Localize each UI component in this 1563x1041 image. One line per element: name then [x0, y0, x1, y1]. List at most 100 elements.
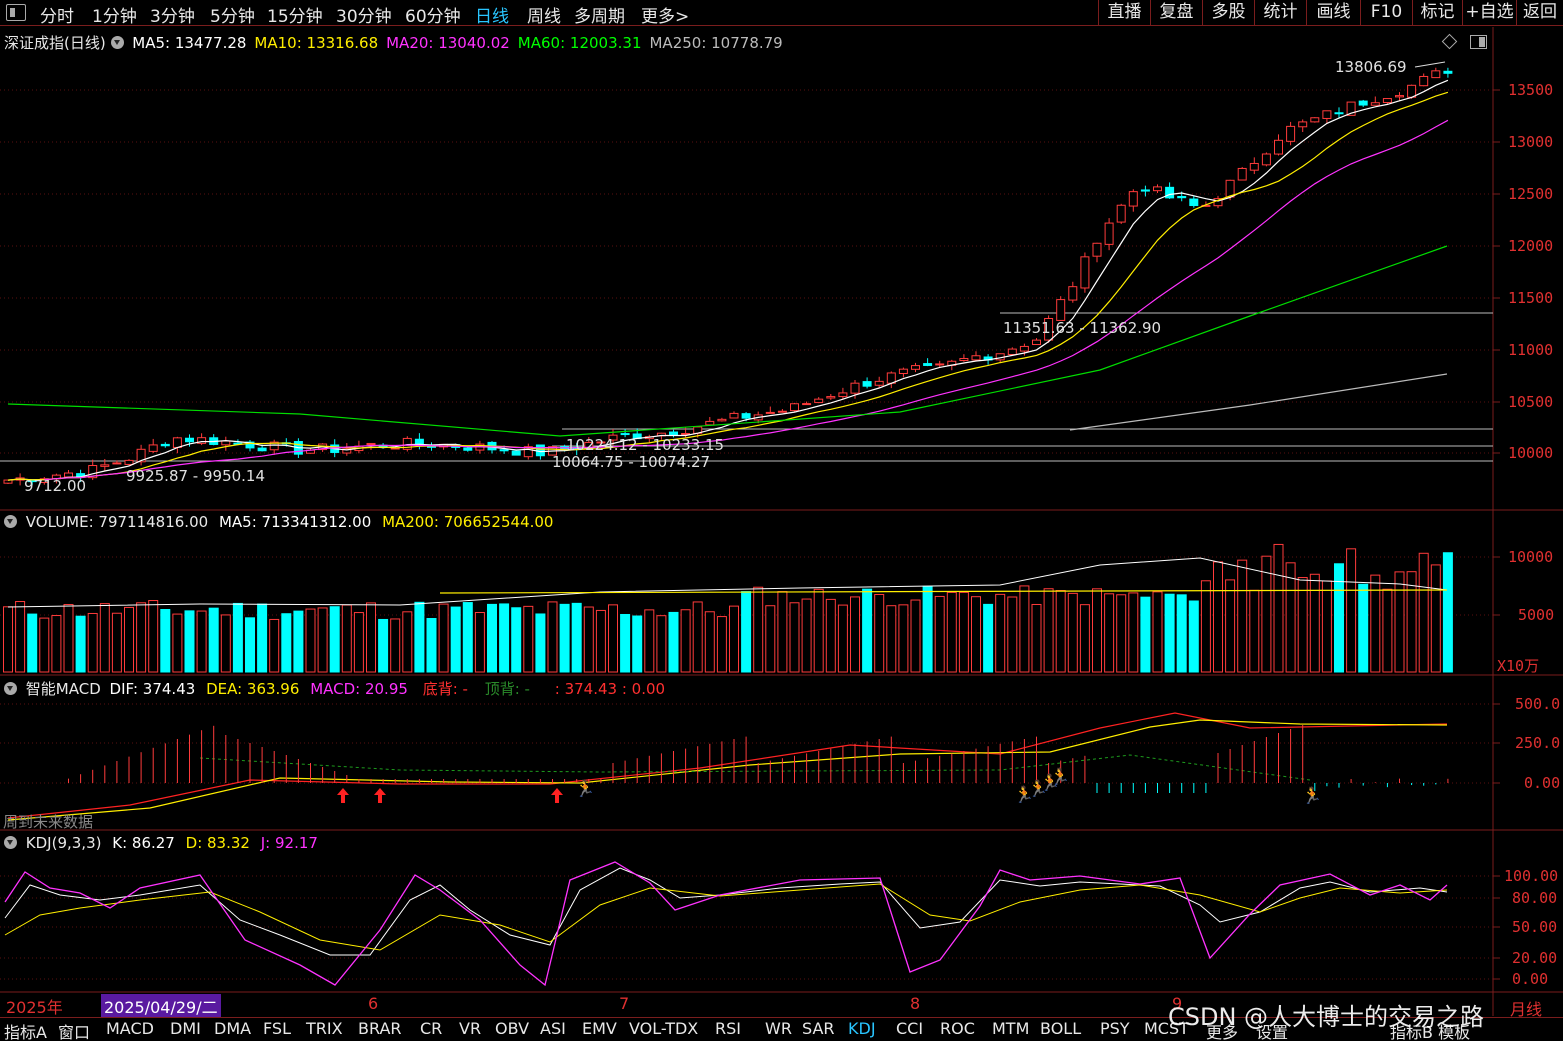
kdj-k: K: 86.27 — [112, 834, 175, 852]
date-month-6: 6 — [368, 994, 379, 1013]
indicator-tab-4[interactable]: DMA — [214, 1019, 251, 1038]
volume-bar — [1334, 563, 1344, 673]
volume-bar — [850, 596, 860, 673]
volume-bar — [99, 603, 110, 673]
indicator-tab-5[interactable]: FSL — [263, 1019, 291, 1038]
indicator-tab-16[interactable]: SAR — [802, 1019, 835, 1038]
kdj-j: J: 92.17 — [260, 834, 318, 852]
candle-body — [1116, 204, 1126, 223]
volume-bar — [1200, 580, 1211, 673]
indicator-tab-13[interactable]: VOL-TDX — [629, 1019, 698, 1038]
main-y-tick: 10500 — [1508, 393, 1554, 411]
volume-bar — [1346, 548, 1357, 673]
volume-bar — [983, 603, 994, 673]
dropdown-icon[interactable] — [4, 836, 17, 849]
candle-body — [777, 410, 787, 413]
indicator-tab-9[interactable]: VR — [459, 1019, 481, 1038]
candle-body — [1395, 95, 1404, 98]
buy-arrow-icon — [374, 788, 386, 803]
indicator-tab-8[interactable]: CR — [420, 1019, 442, 1038]
candle-body — [1358, 100, 1368, 106]
indicator-tab-20[interactable]: MTM — [992, 1019, 1029, 1038]
volume-ma200: MA200: 706652544.00 — [382, 513, 554, 531]
candle-body — [499, 449, 509, 452]
dea-line — [7, 719, 1448, 821]
indicator-tab-19[interactable]: ROC — [940, 1019, 975, 1038]
volume-bar — [1225, 579, 1236, 673]
indicator-tab-11[interactable]: ASI — [540, 1019, 566, 1038]
kdj-header: KDJ(9,3,3) K: 86.27 D: 83.32 J: 92.17 — [4, 834, 318, 852]
volume-bar — [1067, 592, 1078, 673]
volume-bar — [1043, 588, 1054, 673]
candle-body — [1419, 75, 1429, 87]
volume-bar — [196, 610, 207, 673]
kdj-label: KDJ(9,3,3) — [25, 834, 102, 852]
volume-bar — [583, 606, 594, 673]
indicator-tab-15[interactable]: WR — [765, 1019, 792, 1038]
volume-bar — [438, 603, 449, 673]
macd-label: 智能MACD — [25, 680, 101, 698]
indicator-tab-18[interactable]: CCI — [896, 1019, 923, 1038]
indicator-tab-2[interactable]: MACD — [106, 1019, 154, 1038]
low-annotation: 9712.00 — [24, 477, 87, 495]
volume-bar — [269, 618, 280, 673]
volume-bar — [402, 611, 413, 673]
indicator-tab-21[interactable]: BOLL — [1040, 1019, 1081, 1038]
kdj-y-tick: 80.00 — [1512, 889, 1558, 907]
indicator-tab-12[interactable]: EMV — [582, 1019, 617, 1038]
candle-body — [124, 459, 134, 465]
volume-bar — [571, 602, 582, 673]
volume-bar — [1188, 600, 1199, 673]
volume-bar — [1358, 583, 1369, 673]
main-y-tick: 11500 — [1508, 289, 1554, 307]
runner-icon: 🏃 — [575, 779, 595, 798]
volume-bar — [813, 588, 824, 673]
candle-body — [1092, 242, 1102, 257]
indicator-tab-3[interactable]: DMI — [170, 1019, 201, 1038]
volume-bar — [281, 613, 292, 673]
dropdown-icon[interactable] — [4, 515, 17, 528]
month-button[interactable]: 月线 — [1510, 996, 1542, 1020]
candle-body — [257, 447, 267, 452]
volume-bar — [656, 615, 667, 673]
candle-body — [535, 444, 545, 457]
dropdown-icon[interactable] — [4, 682, 17, 695]
candle-body — [1225, 179, 1235, 198]
volume-header: VOLUME: 797114816.00 MA5: 713341312.00 M… — [4, 513, 553, 531]
candle-body — [959, 358, 969, 362]
indicator-tab-7[interactable]: BRAR — [358, 1019, 402, 1038]
indicator-tab-22[interactable]: PSY — [1100, 1019, 1130, 1038]
volume-label: VOLUME: 797114816.00 — [25, 513, 209, 531]
volume-bar — [1237, 559, 1248, 673]
volume-bar — [220, 614, 231, 673]
high-annotation: 13806.69 — [1335, 58, 1407, 76]
candle-body — [1068, 286, 1078, 301]
volume-bar — [608, 604, 618, 673]
volume-bar — [148, 600, 159, 673]
volume-bar — [1285, 562, 1296, 673]
indicator-tab-0[interactable]: 指标A — [4, 1019, 47, 1041]
candle-body — [463, 447, 473, 451]
volume-bar — [874, 593, 885, 673]
macd-dea: DEA: 363.96 — [206, 680, 300, 698]
volume-bar — [3, 606, 13, 673]
volume-bar — [474, 612, 485, 673]
indicator-tab-14[interactable]: RSI — [715, 1019, 741, 1038]
j-line — [4, 861, 1448, 987]
indicator-tab-17[interactable]: KDJ — [848, 1019, 876, 1038]
candle-body — [1153, 186, 1162, 192]
volume-bar — [487, 603, 497, 673]
volume-bar — [232, 602, 243, 673]
volume-bar — [922, 585, 933, 673]
indicator-tab-1[interactable]: 窗口 — [58, 1019, 90, 1041]
volume-bar — [668, 611, 679, 673]
macd-extra: : 374.43 : 0.00 — [554, 680, 666, 698]
candle-body — [814, 398, 824, 404]
volume-bar — [995, 593, 1006, 673]
candle-body — [898, 368, 908, 375]
candle-body — [1261, 153, 1271, 166]
volume-bar — [27, 613, 38, 673]
kdj-y-tick: 100.00 — [1504, 867, 1559, 885]
indicator-tab-6[interactable]: TRIX — [306, 1019, 343, 1038]
indicator-tab-10[interactable]: OBV — [495, 1019, 529, 1038]
